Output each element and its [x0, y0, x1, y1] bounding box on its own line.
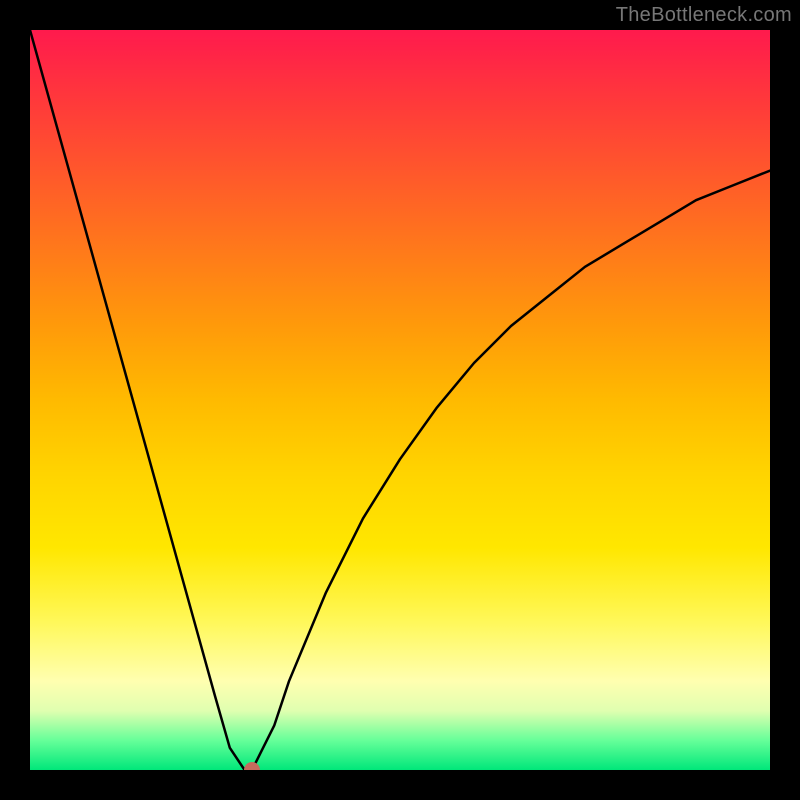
chart-frame: TheBottleneck.com — [0, 0, 800, 800]
bottleneck-curve — [30, 30, 770, 770]
optimal-point-marker — [244, 762, 260, 770]
plot-area — [30, 30, 770, 770]
watermark-text: TheBottleneck.com — [616, 4, 792, 27]
